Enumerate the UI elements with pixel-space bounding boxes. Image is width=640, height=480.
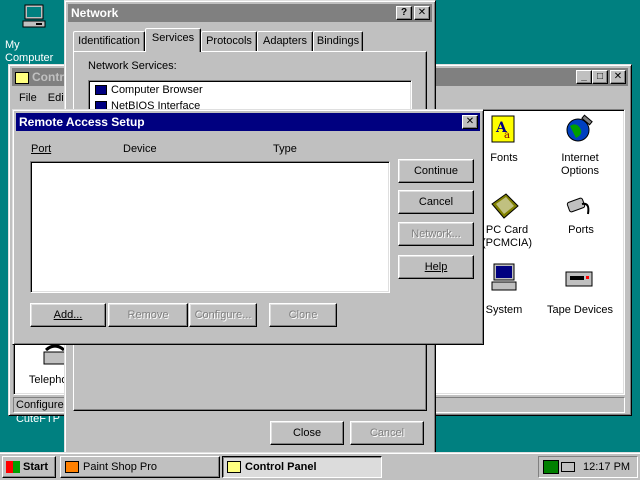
close-dialog-button[interactable]: Close	[270, 421, 344, 445]
svg-text:a: a	[504, 130, 510, 141]
computer-icon	[95, 85, 107, 96]
ports-list[interactable]	[30, 161, 390, 293]
tab-bindings[interactable]: Bindings	[313, 31, 363, 51]
clock[interactable]: 12:17 PM	[583, 460, 630, 474]
windows-logo-icon	[6, 461, 20, 474]
system-label: System	[485, 304, 523, 316]
control-panel-item-ports[interactable]: Ports	[554, 190, 608, 238]
ras-title: Remote Access Setup	[19, 115, 145, 129]
tab-adapters[interactable]: Adapters	[257, 31, 313, 51]
remove-button[interactable]: Remove	[108, 303, 188, 327]
menu-file[interactable]: File	[19, 92, 37, 104]
paint-shop-pro-icon	[65, 461, 79, 474]
my-computer-label: My Computer	[5, 39, 54, 64]
tab-protocols[interactable]: Protocols	[201, 31, 257, 51]
fonts-icon: A a	[486, 114, 518, 149]
ports-label: Ports	[568, 224, 594, 236]
close-button[interactable]: ✕	[610, 70, 626, 84]
my-computer-icon	[22, 4, 48, 30]
network-services-label: Network Services:	[88, 60, 177, 72]
add-button[interactable]: Add...	[30, 303, 106, 327]
minimize-button[interactable]: _	[576, 70, 592, 84]
clone-button[interactable]: Clone	[269, 303, 337, 327]
internet-options-label-2: Options	[561, 165, 599, 177]
task-paint-shop-pro[interactable]: Paint Shop Pro	[60, 456, 220, 478]
desktop-icon-my-computer[interactable]: My Computer	[0, 2, 66, 64]
control-panel-item-system[interactable]: System	[480, 262, 528, 316]
tape-devices-icon	[564, 266, 596, 297]
tape-devices-label: Tape Devices	[546, 304, 614, 316]
internet-options-label-1: Internet	[561, 152, 599, 164]
system-icon	[488, 262, 520, 297]
control-panel-title-icon	[15, 71, 29, 84]
help-button[interactable]: ?	[396, 6, 412, 20]
network-tray-icon[interactable]	[543, 460, 559, 474]
status-text: Configures	[16, 399, 70, 411]
tab-identification[interactable]: Identification	[73, 31, 145, 51]
maximize-button[interactable]: □	[592, 70, 608, 84]
cancel-dialog-button[interactable]: Cancel	[350, 421, 424, 445]
control-panel-menubar: File Edit	[13, 90, 67, 108]
control-panel-icon	[227, 461, 241, 474]
pc-card-icon	[488, 190, 520, 225]
configure-button[interactable]: Configure...	[189, 303, 257, 327]
network-titlebar[interactable]: Network ? ✕	[68, 4, 432, 22]
cancel-button[interactable]: Cancel	[398, 190, 474, 214]
task-control-panel[interactable]: Control Panel	[222, 456, 382, 478]
column-header-port: Port	[31, 143, 52, 155]
list-item[interactable]: Computer Browser	[95, 83, 203, 97]
continue-button[interactable]: Continue	[398, 159, 474, 183]
internet-options-icon	[564, 114, 596, 149]
close-button[interactable]: ✕	[462, 115, 478, 129]
control-panel-item-internet-options[interactable]: Internet Options	[548, 114, 612, 177]
start-label: Start	[23, 461, 49, 473]
help-button[interactable]: Help	[398, 255, 474, 279]
control-panel-item-tape-devices[interactable]: Tape Devices	[540, 262, 620, 316]
column-header-device: Device	[123, 143, 157, 155]
task-label: Paint Shop Pro	[83, 461, 157, 473]
network-title: Network	[71, 6, 119, 20]
volume-tray-icon[interactable]	[561, 462, 575, 472]
ras-titlebar[interactable]: Remote Access Setup ✕	[16, 113, 480, 131]
column-header-type: Type	[273, 143, 297, 155]
network-button[interactable]: Network...	[398, 222, 474, 246]
task-label: Control Panel	[245, 461, 317, 473]
tab-services[interactable]: Services	[145, 28, 201, 52]
system-tray: 12:17 PM	[538, 456, 638, 478]
ports-icon	[564, 190, 596, 225]
close-button[interactable]: ✕	[414, 6, 430, 20]
start-button[interactable]: Start	[2, 456, 56, 478]
remote-access-setup-dialog[interactable]: Remote Access Setup ✕ Port Device Type C…	[12, 109, 484, 345]
